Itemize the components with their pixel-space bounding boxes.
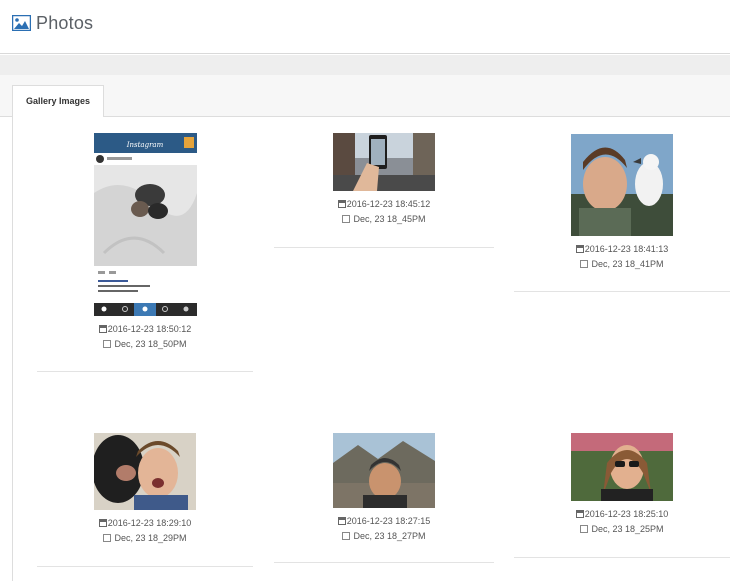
- toolbar-band: [0, 55, 730, 75]
- calendar-icon: [575, 245, 584, 253]
- gallery-item: 2016-12-23 18:45:12 Dec, 23 18_45PM: [274, 133, 494, 226]
- calendar-icon: [98, 325, 107, 333]
- card-separator: [274, 247, 494, 248]
- calendar-icon: [98, 519, 107, 527]
- select-checkbox[interactable]: [580, 525, 589, 533]
- photo-timestamp: 2016-12-23 18:29:10: [107, 518, 192, 528]
- select-checkbox[interactable]: [103, 340, 112, 348]
- photo-caption-row: Dec, 23 18_25PM: [514, 522, 730, 536]
- card-separator: [514, 557, 730, 558]
- gallery-item: 2016-12-23 18:29:10 Dec, 23 18_29PM: [37, 433, 253, 545]
- photo-meta: 2016-12-23 18:50:12: [37, 322, 253, 337]
- gallery-thumbnail-selfie-bird[interactable]: [571, 134, 673, 236]
- photo-caption-row: Dec, 23 18_50PM: [37, 337, 253, 351]
- photo-timestamp: 2016-12-23 18:25:10: [584, 509, 669, 519]
- photo-caption: Dec, 23 18_29PM: [114, 533, 187, 543]
- page-header: Photos: [0, 0, 730, 54]
- card-separator: [37, 371, 253, 372]
- gallery-thumbnail-selfie-woman[interactable]: [571, 433, 673, 501]
- card-separator: [37, 566, 253, 567]
- photo-caption-row: Dec, 23 18_41PM: [514, 257, 730, 271]
- gallery-item: 2016-12-23 18:41:13 Dec, 23 18_41PM: [514, 134, 730, 271]
- page-title: Photos: [36, 13, 94, 33]
- gallery-thumbnail-selfie-dog[interactable]: [94, 433, 196, 510]
- gallery-item: Instagram 2016-12-23 18:50:12 Dec, 23 18…: [37, 133, 253, 351]
- photo-caption: Dec, 23 18_25PM: [591, 524, 664, 534]
- gallery-thumbnail-selfie-mountains[interactable]: [333, 433, 435, 508]
- photo-meta: 2016-12-23 18:45:12: [274, 197, 494, 212]
- photo-caption-row: Dec, 23 18_45PM: [274, 212, 494, 226]
- select-checkbox[interactable]: [580, 260, 589, 268]
- photo-caption: Dec, 23 18_45PM: [353, 214, 426, 224]
- photo-caption-row: Dec, 23 18_29PM: [37, 531, 253, 545]
- photo-meta: 2016-12-23 18:27:15: [274, 514, 494, 529]
- photo-meta: 2016-12-23 18:29:10: [37, 516, 253, 531]
- photo-caption: Dec, 23 18_27PM: [353, 531, 426, 541]
- calendar-icon: [337, 517, 346, 525]
- gallery-item: 2016-12-23 18:27:15 Dec, 23 18_27PM: [274, 433, 494, 543]
- card-separator: [274, 562, 494, 563]
- photo-meta: 2016-12-23 18:25:10: [514, 507, 730, 522]
- photo-timestamp: 2016-12-23 18:45:12: [346, 199, 431, 209]
- photo-caption-row: Dec, 23 18_27PM: [274, 529, 494, 543]
- calendar-icon: [575, 510, 584, 518]
- card-separator: [514, 291, 730, 292]
- photo-timestamp: 2016-12-23 18:50:12: [107, 324, 192, 334]
- select-checkbox[interactable]: [342, 215, 351, 223]
- photo-timestamp: 2016-12-23 18:41:13: [584, 244, 669, 254]
- image-icon: [12, 15, 31, 31]
- select-checkbox[interactable]: [342, 532, 351, 540]
- gallery-thumbnail-city[interactable]: [333, 133, 435, 191]
- instagram-title: Instagram: [125, 141, 163, 149]
- tab-gallery-images[interactable]: Gallery Images: [12, 85, 104, 118]
- photo-timestamp: 2016-12-23 18:27:15: [346, 516, 431, 526]
- calendar-icon: [337, 200, 346, 208]
- gallery-thumbnail-instagram[interactable]: Instagram: [93, 133, 197, 316]
- select-checkbox[interactable]: [103, 534, 112, 542]
- photo-meta: 2016-12-23 18:41:13: [514, 242, 730, 257]
- photo-caption: Dec, 23 18_41PM: [591, 259, 664, 269]
- photo-caption: Dec, 23 18_50PM: [114, 339, 187, 349]
- gallery-item: 2016-12-23 18:25:10 Dec, 23 18_25PM: [514, 433, 730, 536]
- tab-bar: Gallery Images: [0, 75, 730, 118]
